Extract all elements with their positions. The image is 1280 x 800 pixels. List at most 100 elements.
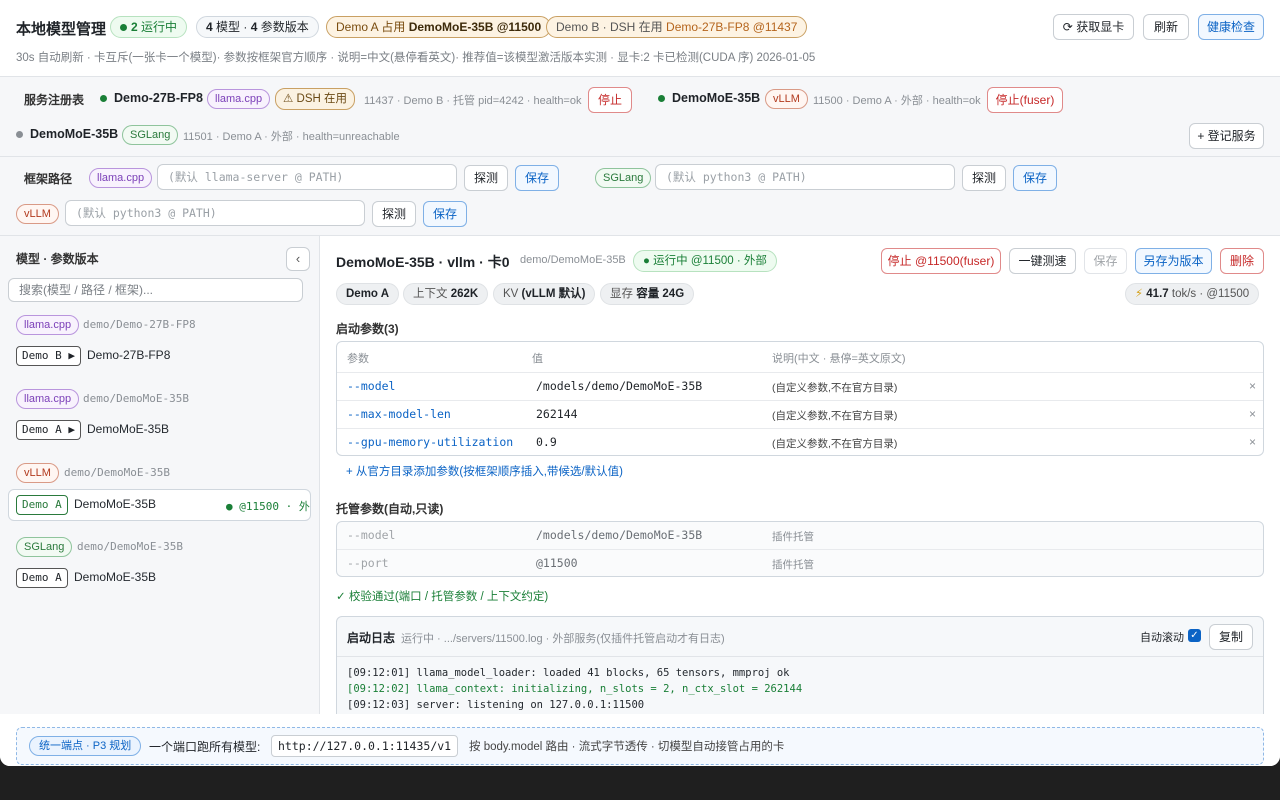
stop-model-button[interactable]: 停止 @11500(fuser) bbox=[881, 248, 1001, 274]
col-param: 参数 bbox=[347, 353, 369, 365]
managed-key: --port bbox=[347, 556, 389, 570]
model-path: demo/DemoMoE-35B bbox=[77, 540, 183, 553]
service-name: DemoMoE-35B bbox=[30, 127, 119, 141]
log-header: 启动日志 运行中 · .../servers/11500.log · 外部服务(… bbox=[337, 617, 1263, 657]
model-path: demo/DemoMoE-35B bbox=[83, 392, 189, 405]
demo-chip: Demo A bbox=[336, 283, 400, 305]
param-value[interactable]: 262144 bbox=[536, 407, 578, 421]
param-value[interactable]: 0.9 bbox=[536, 435, 557, 449]
managed-params-table: --model /models/demo/DemoMoE-35B 插件托管 --… bbox=[336, 521, 1264, 577]
header: 本地模型管理 2 运行中 4 模型 · 4 参数版本 Demo A 占用 Dem… bbox=[0, 0, 1280, 77]
framework-tag: SGLang bbox=[595, 168, 652, 188]
framework-tag: llama.cpp bbox=[16, 315, 80, 335]
log-line: [09:12:02] llama_context: initializing, … bbox=[347, 683, 803, 695]
version-model-name[interactable]: DemoMoE-35B bbox=[74, 497, 156, 511]
managed-value: /models/demo/DemoMoE-35B bbox=[536, 528, 703, 542]
demo-a-prefix: Demo A 占用 bbox=[336, 20, 406, 34]
probe-button[interactable]: 探测 bbox=[962, 165, 1006, 191]
log-meta: 运行中 · .../servers/11500.log · 外部服务(仅插件托管… bbox=[401, 633, 725, 645]
versions-count: 4 bbox=[250, 20, 258, 34]
service-name: Demo-27B-FP8 bbox=[114, 91, 203, 105]
param-key: --gpu-memory-utilization bbox=[347, 435, 514, 449]
copy-log-button[interactable]: 复制 bbox=[1209, 624, 1253, 650]
autoscroll-checkbox[interactable]: ✓ bbox=[1188, 629, 1201, 642]
validation-status: ✓ 校验通过(端口 / 托管参数 / 上下文约定) bbox=[336, 591, 549, 603]
demo-b-value: Demo-27B-FP8 @11437 bbox=[666, 20, 798, 34]
collapse-sidebar-button[interactable]: ‹ bbox=[286, 247, 310, 271]
header-subline: 30s 自动刷新 · 卡互斥(一张卡一个模型)· 参数按框架官方顺序 · 说明=… bbox=[16, 52, 816, 64]
save-path-button[interactable]: 保存 bbox=[423, 201, 467, 227]
get-gpu-button[interactable]: ⟳ 获取显卡 bbox=[1053, 14, 1134, 40]
endpoint-url[interactable]: http://127.0.0.1:11435/v1 bbox=[271, 735, 459, 757]
sidebar: 模型 · 参数版本 ‹ 搜索(模型 / 路径 / 框架)... llama.cp… bbox=[0, 236, 320, 714]
version-badge[interactable]: Demo B ▶ bbox=[16, 346, 81, 366]
demo-b-prefix: Demo B · DSH 在用 bbox=[556, 20, 663, 34]
framework-tag: llama.cpp bbox=[16, 389, 80, 409]
framework-tag: llama.cpp bbox=[207, 89, 271, 109]
endpoint-desc: 按 body.model 路由 · 流式字节透传 · 切模型自动接管占用的卡 bbox=[469, 741, 785, 753]
speed-test-button[interactable]: 一键测速 bbox=[1009, 248, 1076, 274]
framework-tag: vLLM bbox=[16, 463, 59, 483]
version-badge[interactable]: Demo A ▶ bbox=[16, 420, 81, 440]
version-badge[interactable]: Demo A bbox=[16, 495, 68, 515]
version-model-name[interactable]: DemoMoE-35B bbox=[87, 422, 169, 436]
model-path: demo/DemoMoE-35B bbox=[64, 466, 170, 479]
probe-button[interactable]: 探测 bbox=[464, 165, 508, 191]
service-meta: 11500 · Demo A · 外部 · health=ok bbox=[813, 95, 981, 107]
dsh-badge-label: DSH 在用 bbox=[296, 93, 347, 105]
register-service-button[interactable]: + 登记服务 bbox=[1189, 123, 1264, 149]
save-path-button[interactable]: 保存 bbox=[515, 165, 559, 191]
param-value[interactable]: /models/demo/DemoMoE-35B bbox=[536, 379, 702, 393]
table-row: --model /models/demo/DemoMoE-35B (自定义参数,… bbox=[337, 372, 1263, 400]
context-chip: 上下文 262K bbox=[403, 283, 489, 305]
demo-b-badge: Demo B · DSH 在用 Demo-27B-FP8 @11437 bbox=[546, 16, 808, 38]
models-versions-badge: 4 模型 · 4 参数版本 bbox=[196, 16, 319, 38]
param-key: --model bbox=[347, 379, 396, 393]
service-meta: 11501 · Demo A · 外部 · health=unreachable bbox=[183, 131, 400, 143]
refresh-button[interactable]: 刷新 bbox=[1143, 14, 1189, 40]
status-unreachable-icon bbox=[16, 131, 23, 138]
launch-params-title: 启动参数(3) bbox=[336, 322, 399, 336]
save-version-button[interactable]: 保存 bbox=[1084, 248, 1127, 274]
vram-label: 显存 bbox=[610, 288, 633, 300]
version-model-name[interactable]: DemoMoE-35B bbox=[74, 570, 156, 584]
sglang-path-input[interactable]: (默认 python3 @ PATH) bbox=[655, 164, 955, 190]
remove-param-icon[interactable]: × bbox=[1249, 407, 1256, 421]
version-model-name[interactable]: Demo-27B-FP8 bbox=[87, 348, 170, 362]
app-window: 本地模型管理 2 运行中 4 模型 · 4 参数版本 Demo A 占用 Dem… bbox=[0, 0, 1280, 766]
add-param-link[interactable]: + 从官方目录添加参数(按框架顺序插入,带候选/默认值) bbox=[346, 463, 623, 479]
remove-param-icon[interactable]: × bbox=[1249, 379, 1256, 393]
save-path-button[interactable]: 保存 bbox=[1013, 165, 1057, 191]
delete-version-button[interactable]: 删除 bbox=[1220, 248, 1264, 274]
probe-button[interactable]: 探测 bbox=[372, 201, 416, 227]
stop-service-button[interactable]: 停止 bbox=[588, 87, 632, 113]
health-check-button[interactable]: 健康检查 bbox=[1198, 14, 1264, 40]
demo-a-badge: Demo A 占用 DemoMoE-35B @11500 bbox=[326, 16, 552, 38]
registry-label: 服务注册表 bbox=[24, 93, 85, 107]
detail-path: demo/DemoMoE-35B bbox=[520, 254, 626, 266]
running-count: 2 bbox=[131, 20, 138, 34]
endpoint-label: 一个端口跑所有模型: bbox=[149, 740, 261, 754]
param-desc: (自定义参数,不在官方目录) bbox=[772, 382, 898, 394]
save-as-version-button[interactable]: 另存为版本 bbox=[1135, 248, 1212, 274]
managed-key: --model bbox=[347, 528, 396, 542]
managed-desc: 插件托管 bbox=[772, 531, 814, 543]
sidebar-search-input[interactable]: 搜索(模型 / 路径 / 框架)... bbox=[8, 278, 303, 302]
demo-chip-label: Demo A bbox=[346, 288, 390, 300]
kv-chip: KV (vLLM 默认) bbox=[493, 283, 596, 305]
vllm-path-input[interactable]: (默认 python3 @ PATH) bbox=[65, 200, 365, 226]
remove-param-icon[interactable]: × bbox=[1249, 435, 1256, 449]
version-badge[interactable]: Demo A bbox=[16, 568, 68, 588]
throughput-badge: ⚡ 41.7 tok/s · @11500 bbox=[1125, 283, 1260, 305]
kv-value: (vLLM 默认) bbox=[521, 288, 586, 300]
status-ok-icon bbox=[100, 95, 107, 102]
param-key: --max-model-len bbox=[347, 407, 451, 421]
col-desc: 说明(中文 · 悬停=英文原文) bbox=[772, 353, 906, 365]
param-desc: (自定义参数,不在官方目录) bbox=[772, 410, 898, 422]
version-running-status: ● @11500 · 外 bbox=[226, 500, 310, 513]
stop-fuser-button[interactable]: 停止(fuser) bbox=[987, 87, 1063, 113]
framework-tag: vLLM bbox=[16, 204, 59, 224]
managed-desc: 插件托管 bbox=[772, 559, 814, 571]
llama-path-input[interactable]: (默认 llama-server @ PATH) bbox=[157, 164, 457, 190]
launch-params-table: 参数 值 说明(中文 · 悬停=英文原文) --model /models/de… bbox=[336, 341, 1264, 456]
